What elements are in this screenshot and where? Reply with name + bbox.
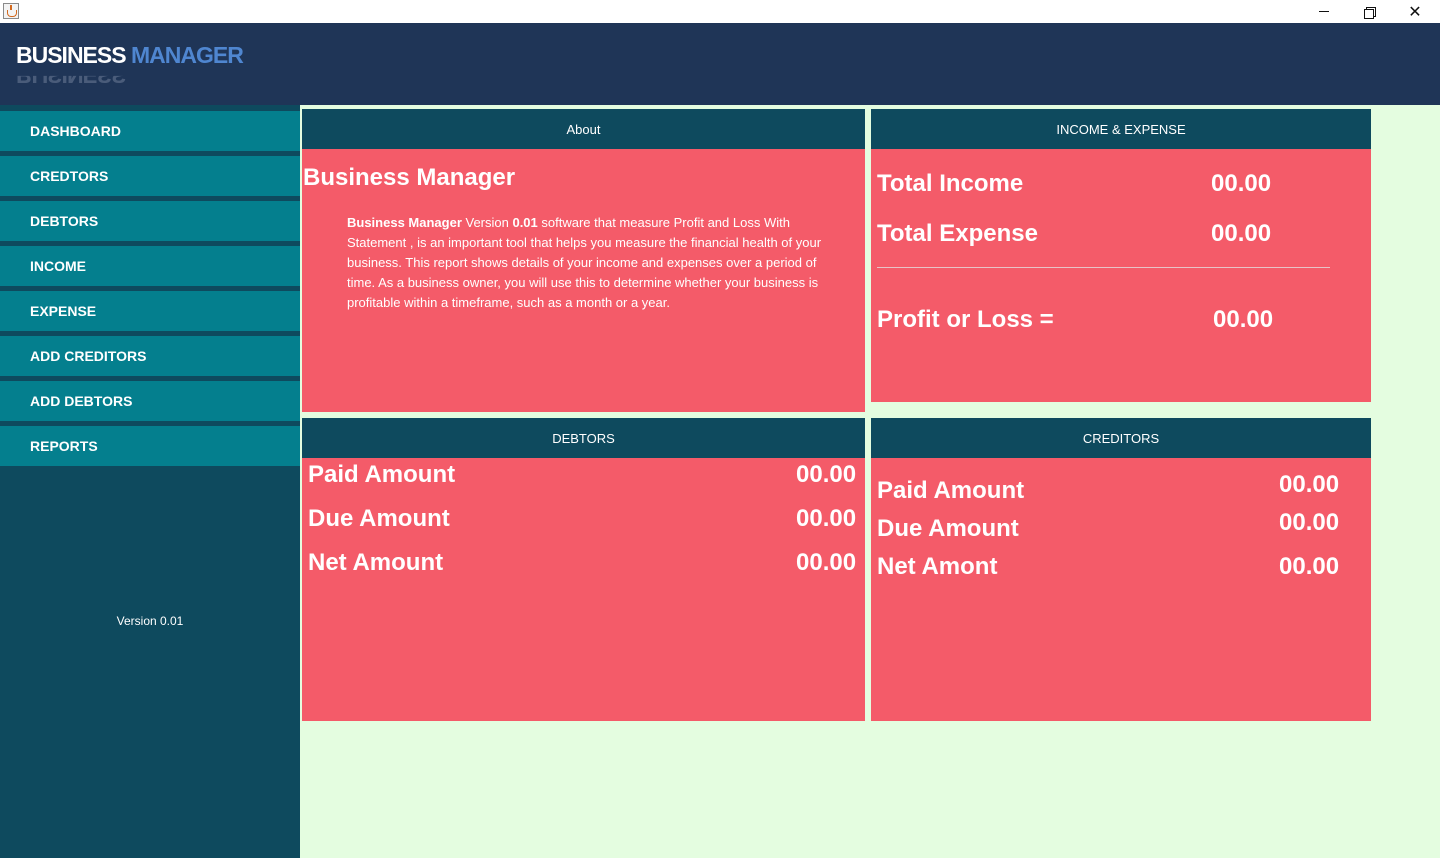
- creditors-panel-header: CREDITORS: [871, 418, 1371, 458]
- profit-loss-value: 00.00: [1213, 306, 1274, 333]
- sidebar-item-add-creditors[interactable]: ADD CREDITORS: [0, 336, 300, 376]
- debtors-net-value: 00.00: [796, 549, 857, 576]
- income-expense-divider: [877, 267, 1330, 268]
- sidebar-item-debtors[interactable]: DEBTORS: [0, 201, 300, 241]
- creditors-net-value: 00.00: [1279, 553, 1340, 580]
- creditors-paid-label: Paid Amount: [877, 477, 1025, 504]
- about-text-1: Version: [461, 215, 513, 230]
- logo-word-business: BUSINESS: [16, 42, 127, 68]
- sidebar-item-expense[interactable]: EXPENSE: [0, 291, 300, 331]
- total-income-value: 00.00: [1211, 170, 1272, 197]
- debtors-due-value: 00.00: [796, 505, 857, 532]
- about-panel: About Business Manager Business Manager …: [302, 109, 865, 412]
- about-description: Business Manager Version 0.01 software t…: [347, 213, 847, 313]
- sidebar-item-income[interactable]: INCOME: [0, 246, 300, 286]
- about-app-name: Business Manager: [347, 215, 462, 230]
- logo-word-manager: MANAGER: [130, 42, 244, 68]
- sidebar-item-creditors[interactable]: CREDTORS: [0, 156, 300, 196]
- close-icon: ✕: [1408, 2, 1422, 21]
- minimize-icon: [1319, 11, 1329, 12]
- restore-button[interactable]: [1346, 0, 1392, 23]
- profit-loss-label: Profit or Loss =: [877, 306, 1054, 333]
- debtors-panel: DEBTORS Paid Amount 00.00 Due Amount 00.…: [302, 418, 865, 721]
- debtors-panel-header: DEBTORS: [302, 418, 865, 458]
- app-logo: BUSINESS MANAGER: [16, 42, 244, 69]
- close-button[interactable]: ✕: [1392, 0, 1438, 23]
- sidebar-item-reports[interactable]: REPORTS: [0, 426, 300, 466]
- creditors-due-label: Due Amount: [877, 515, 1019, 542]
- creditors-panel: CREDITORS Paid Amount 00.00 Due Amount 0…: [871, 418, 1371, 721]
- debtors-paid-label: Paid Amount: [308, 461, 456, 488]
- total-expense-label: Total Expense: [877, 220, 1038, 247]
- debtors-paid-value: 00.00: [796, 461, 857, 488]
- about-title: Business Manager: [303, 164, 516, 191]
- debtors-net-label: Net Amount: [308, 549, 444, 576]
- about-panel-header: About: [302, 109, 865, 149]
- income-expense-header: INCOME & EXPENSE: [871, 109, 1371, 149]
- about-version: 0.01: [512, 215, 538, 230]
- app-header: BUSINESS MANAGER BUSINESS: [0, 23, 1440, 105]
- restore-icon: [1364, 6, 1376, 19]
- income-expense-panel: INCOME & EXPENSE Total Income 00.00 Tota…: [871, 109, 1371, 402]
- version-label: Version 0.01: [116, 614, 184, 628]
- total-expense-value: 00.00: [1211, 220, 1272, 247]
- debtors-due-label: Due Amount: [308, 505, 450, 532]
- sidebar-item-dashboard[interactable]: DASHBOARD: [0, 111, 300, 151]
- sidebar: DASHBOARD CREDTORS DEBTORS INCOME EXPENS…: [0, 105, 300, 858]
- minimize-button[interactable]: [1301, 0, 1347, 23]
- sidebar-item-add-debtors[interactable]: ADD DEBTORS: [0, 381, 300, 421]
- java-app-icon: [3, 3, 19, 19]
- creditors-paid-value: 00.00: [1279, 471, 1340, 498]
- creditors-net-label: Net Amont: [877, 553, 998, 580]
- creditors-due-value: 00.00: [1279, 509, 1340, 536]
- window-titlebar: ✕: [0, 0, 1440, 23]
- total-income-label: Total Income: [877, 170, 1024, 197]
